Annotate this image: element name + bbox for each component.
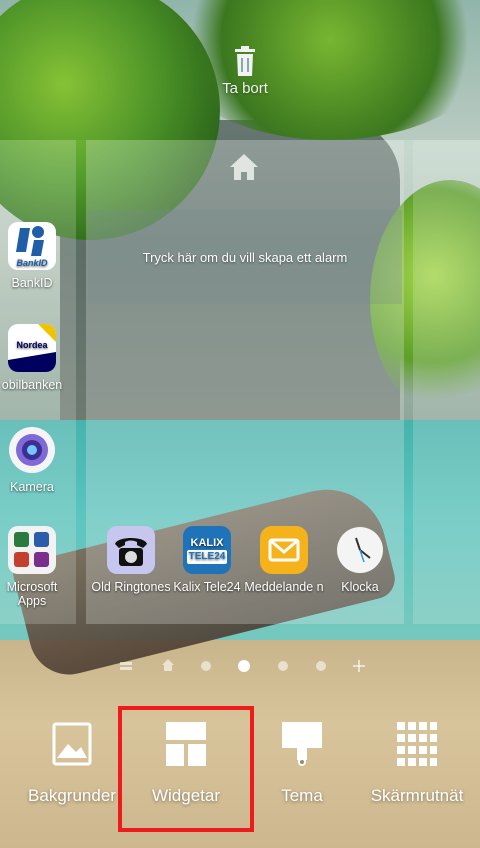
page-indicator-home-icon[interactable] xyxy=(162,659,174,671)
app-label-meddelanden: Meddelande n xyxy=(244,580,324,594)
alarm-widget[interactable]: Tryck här om du vill skapa ett alarm xyxy=(88,210,402,304)
option-screen-grid[interactable]: Skärmrutnät xyxy=(357,722,477,806)
app-kamera[interactable]: Kamera xyxy=(0,426,72,494)
app-label-bankid: BankID xyxy=(11,276,53,290)
page-dot[interactable] xyxy=(201,661,211,671)
app-bankid[interactable]: BankID BankID xyxy=(0,222,72,290)
camera-icon xyxy=(8,426,56,474)
page-dot-active[interactable] xyxy=(238,660,250,672)
app-meddelanden[interactable]: Meddelande n xyxy=(244,526,324,594)
app-microsoft-apps[interactable]: Microsoft Apps xyxy=(0,526,72,608)
grid-icon xyxy=(397,722,437,766)
remove-label: Ta bort xyxy=(222,80,268,97)
option-wallpapers[interactable]: Bakgrunder xyxy=(12,722,132,806)
add-page-icon[interactable] xyxy=(353,660,365,672)
alarm-widget-text: Tryck här om du vill skapa ett alarm xyxy=(142,250,348,265)
theme-icon xyxy=(282,722,322,766)
app-old-ringtones[interactable]: Old Ringtones xyxy=(91,526,171,594)
page-indicator-menu-icon[interactable] xyxy=(120,660,132,672)
nordea-icon-text: Nordea xyxy=(16,340,48,350)
microsoft-apps-folder-icon xyxy=(8,526,56,574)
remove-drop-zone[interactable]: Ta bort xyxy=(190,46,300,116)
bankid-icon-text: BankID xyxy=(16,258,48,268)
app-klocka[interactable]: Klocka xyxy=(320,526,400,594)
app-label-mobilbanken: obilbanken xyxy=(1,378,63,392)
widgets-highlight-box xyxy=(118,706,254,832)
clock-icon xyxy=(336,526,384,574)
app-label-microsoft-apps: Microsoft Apps xyxy=(6,580,58,608)
app-kalix-tele24[interactable]: KALIX TELE24 Kalix Tele24 xyxy=(167,526,247,594)
option-label-screen-grid: Skärmrutnät xyxy=(370,786,464,805)
kalix-icon-text-top: KALIX xyxy=(190,537,224,549)
home-page-icon[interactable] xyxy=(229,153,259,181)
option-label-wallpapers: Bakgrunder xyxy=(28,786,116,805)
message-icon xyxy=(260,526,308,574)
wallpaper-icon xyxy=(52,722,92,766)
app-mobilbanken[interactable]: Nordea obilbanken xyxy=(0,324,72,392)
app-label-old-ringtones: Old Ringtones xyxy=(91,580,171,594)
page-dot[interactable] xyxy=(316,661,326,671)
kalix-tele24-icon: KALIX TELE24 xyxy=(183,526,231,574)
option-theme[interactable]: Tema xyxy=(242,722,362,806)
app-label-kalix-tele24: Kalix Tele24 xyxy=(173,580,241,594)
page-indicator[interactable] xyxy=(120,656,370,676)
app-label-klocka: Klocka xyxy=(341,580,379,594)
app-label-kamera: Kamera xyxy=(10,480,54,494)
kalix-icon-text-bottom: TELE24 xyxy=(187,550,227,564)
telephone-icon xyxy=(107,526,155,574)
home-page-preview-right[interactable] xyxy=(413,140,480,624)
option-label-theme: Tema xyxy=(281,786,323,805)
trash-icon xyxy=(235,46,255,76)
nordea-icon: Nordea xyxy=(8,324,56,372)
bankid-icon: BankID xyxy=(8,222,56,270)
page-dot[interactable] xyxy=(278,661,288,671)
